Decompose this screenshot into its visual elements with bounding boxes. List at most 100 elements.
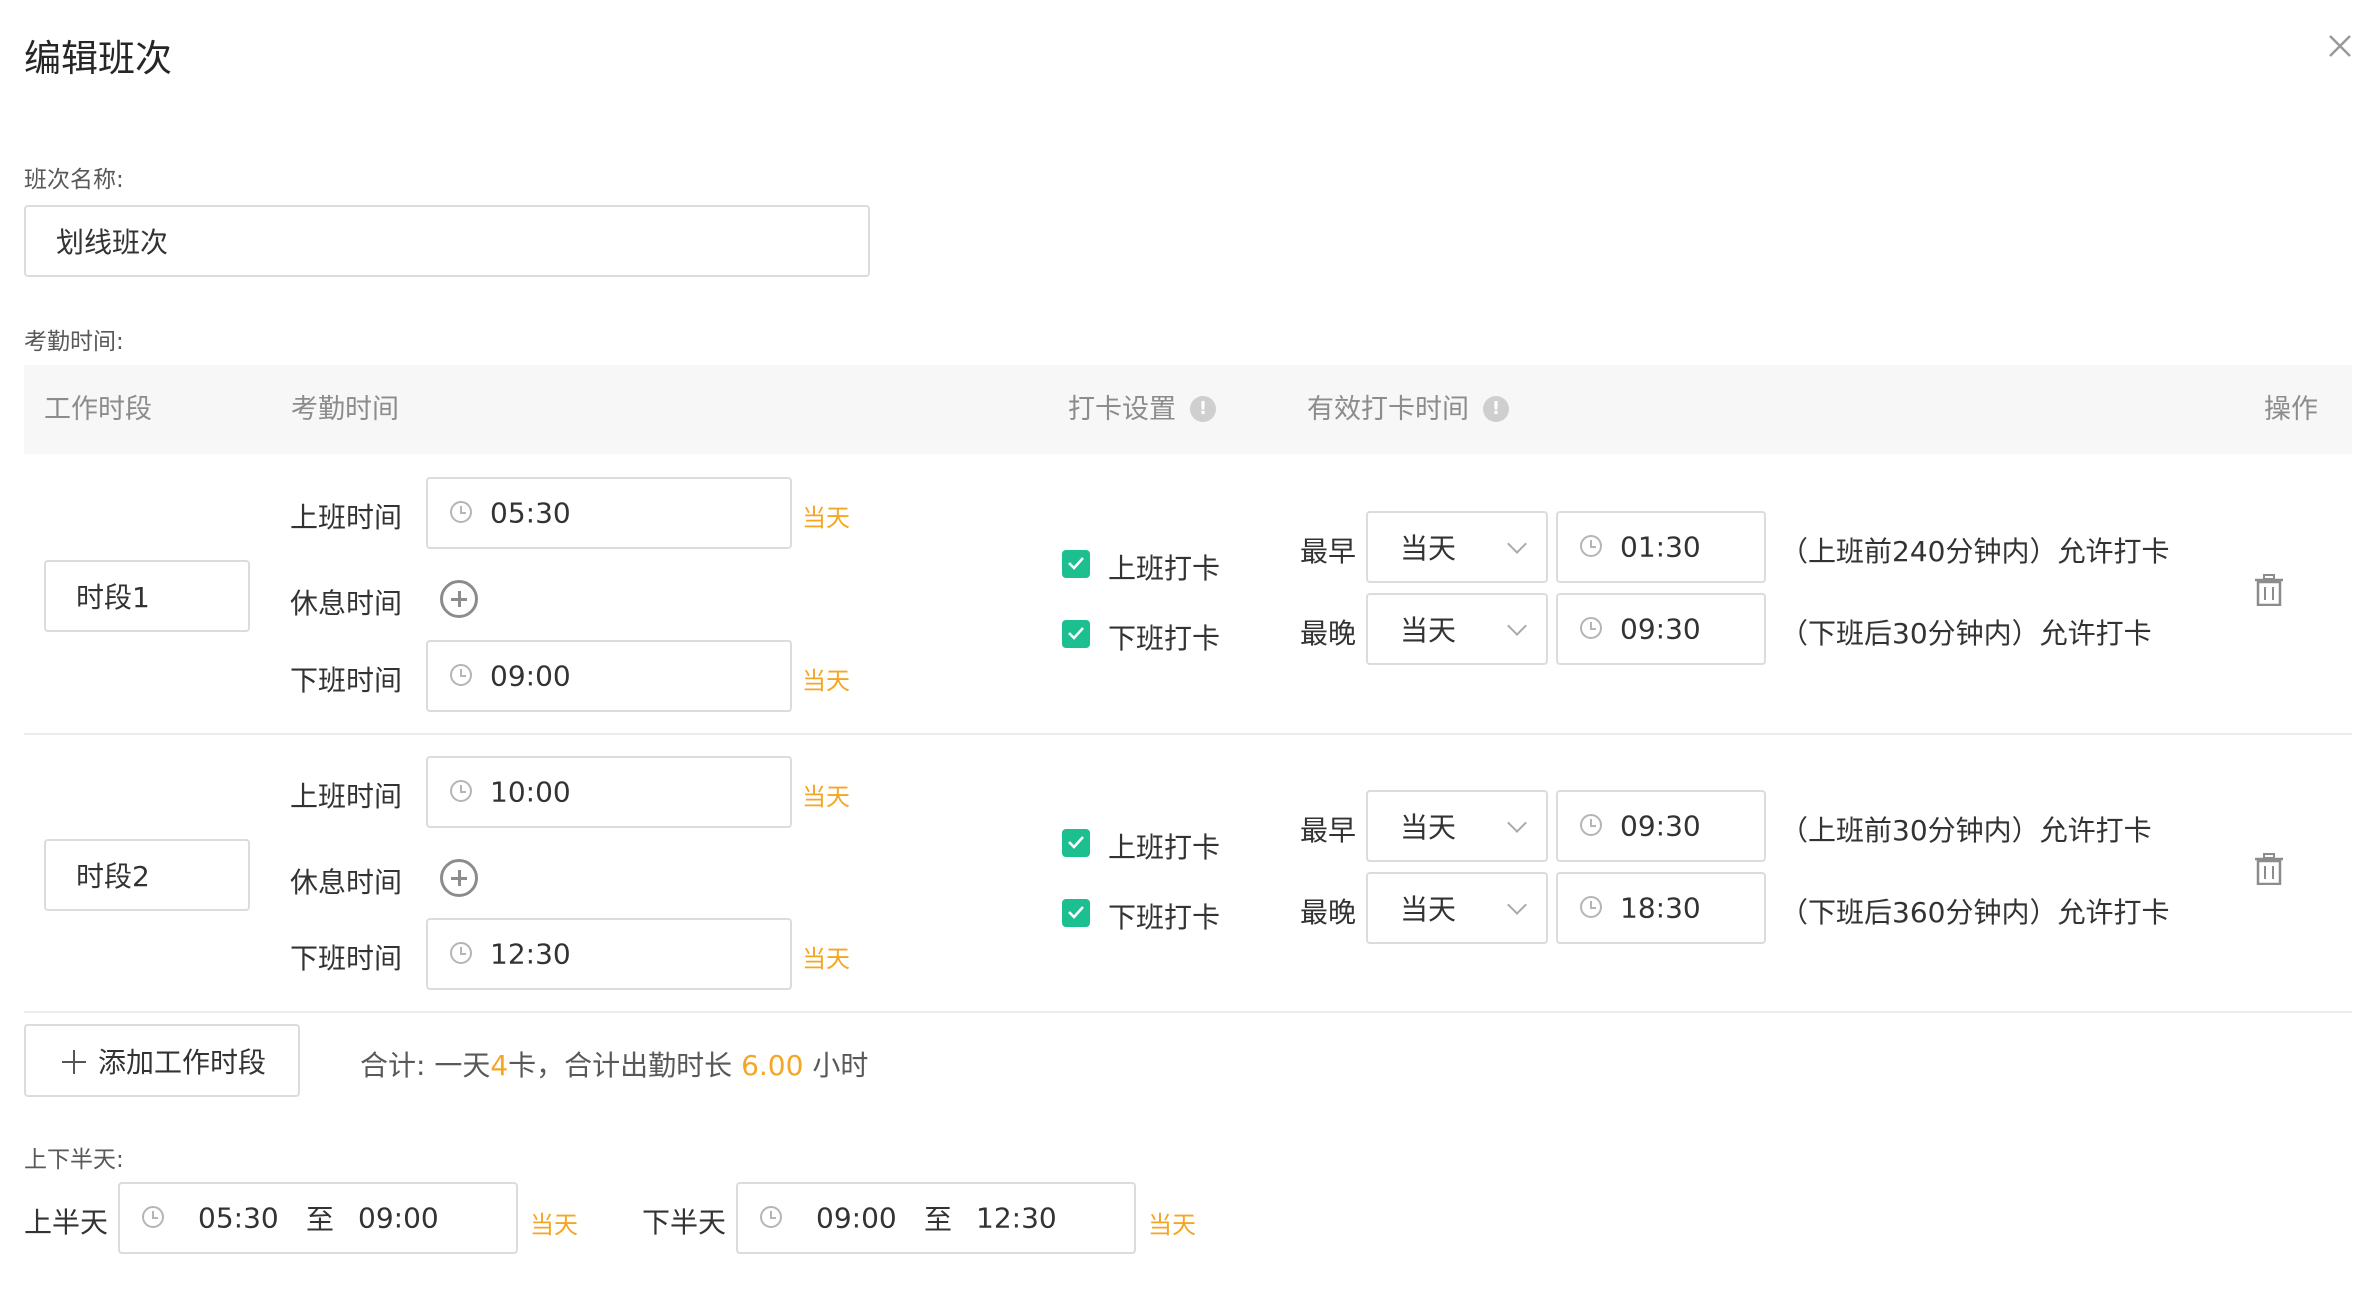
shift-name-input[interactable]: 划线班次: [24, 205, 870, 277]
earliest-label: 最早: [1300, 814, 1357, 847]
clock-icon: [760, 1206, 782, 1228]
on-day-label: 当天: [802, 504, 850, 532]
clock-icon: [1580, 535, 1602, 557]
clock-icon: [450, 780, 472, 802]
col-period: 工作时段: [44, 394, 152, 425]
punch-off-label: 下班打卡: [1108, 622, 1221, 655]
earliest-note: （上班前240分钟内）允许打卡: [1780, 535, 2170, 568]
earliest-label: 最早: [1300, 535, 1357, 568]
second-half-label: 下半天: [642, 1206, 727, 1239]
second-half-range-picker[interactable]: 09:00 至 12:30: [736, 1182, 1136, 1254]
info-icon[interactable]: !: [1483, 395, 1509, 422]
first-half-day-label: 当天: [530, 1211, 578, 1239]
latest-time-value: 09:30: [1620, 612, 1701, 646]
row-divider: [24, 733, 2352, 735]
summary-mid: 卡，合计出勤时长: [508, 1049, 742, 1082]
latest-note: （下班后360分钟内）允许打卡: [1780, 896, 2170, 929]
clock-icon: [450, 501, 472, 523]
col-valid: 有效打卡时间!: [1307, 365, 1509, 454]
on-time-label: 上班时间: [290, 501, 403, 534]
attendance-table-header: 工作时段 考勤时间 打卡设置! 有效打卡时间! 操作: [24, 365, 2352, 454]
earliest-time-picker[interactable]: 09:30: [1556, 790, 1766, 862]
off-time-value: 09:00: [490, 659, 571, 693]
punch-off-checkbox[interactable]: [1062, 899, 1090, 927]
summary-suffix: 小时: [803, 1049, 869, 1082]
period-name-input[interactable]: 时段2: [44, 839, 250, 911]
summary-prefix: 合计: 一天: [360, 1049, 491, 1082]
check-icon: [1068, 627, 1084, 640]
earliest-time-picker[interactable]: 01:30: [1556, 511, 1766, 583]
plus-icon: [62, 1050, 86, 1074]
period-name-input[interactable]: 时段1: [44, 560, 250, 632]
on-time-value: 10:00: [490, 775, 571, 809]
latest-time-picker[interactable]: 18:30: [1556, 872, 1766, 944]
chevron-down-icon: [1507, 813, 1527, 833]
latest-time-value: 18:30: [1620, 891, 1701, 925]
punch-off-checkbox[interactable]: [1062, 620, 1090, 648]
add-period-button[interactable]: 添加工作时段: [24, 1024, 300, 1097]
rest-time-label: 休息时间: [290, 587, 403, 620]
first-half-range-picker[interactable]: 05:30 至 09:00: [118, 1182, 518, 1254]
chevron-down-icon: [1507, 534, 1527, 554]
earliest-day-value: 当天: [1400, 532, 1457, 565]
summary-hours: 6.00: [741, 1049, 804, 1082]
col-punch: 打卡设置!: [1068, 365, 1216, 454]
on-time-picker[interactable]: 05:30: [426, 477, 792, 549]
punch-off-label: 下班打卡: [1108, 901, 1221, 934]
latest-day-select[interactable]: 当天: [1366, 593, 1548, 665]
on-day-label: 当天: [802, 783, 850, 811]
earliest-note: （上班前30分钟内）允许打卡: [1780, 814, 2152, 847]
first-half-end: 09:00: [358, 1201, 439, 1235]
dialog-title: 编辑班次: [24, 37, 172, 80]
check-icon: [1068, 836, 1084, 849]
delete-icon[interactable]: [2254, 853, 2284, 885]
off-time-picker[interactable]: 09:00: [426, 640, 792, 712]
col-punch-label: 打卡设置: [1068, 394, 1176, 425]
punch-on-checkbox[interactable]: [1062, 829, 1090, 857]
latest-day-value: 当天: [1400, 614, 1457, 647]
punch-on-checkbox[interactable]: [1062, 550, 1090, 578]
period-name-value: 时段2: [76, 860, 150, 893]
add-rest-time-icon[interactable]: [440, 859, 478, 897]
info-icon[interactable]: !: [1190, 395, 1216, 422]
clock-icon: [450, 664, 472, 686]
attendance-label: 考勤时间:: [24, 329, 124, 355]
add-rest-time-icon[interactable]: [440, 580, 478, 618]
delete-icon[interactable]: [2254, 574, 2284, 606]
rest-time-label: 休息时间: [290, 866, 403, 899]
check-icon: [1068, 906, 1084, 919]
off-day-label: 当天: [802, 667, 850, 695]
latest-time-picker[interactable]: 09:30: [1556, 593, 1766, 665]
half-day-label: 上下半天:: [24, 1147, 124, 1173]
punch-on-label: 上班打卡: [1108, 831, 1221, 864]
first-half-start: 05:30: [198, 1201, 279, 1235]
off-time-value: 12:30: [490, 937, 571, 971]
add-period-label: 添加工作时段: [98, 1045, 267, 1079]
chevron-down-icon: [1507, 616, 1527, 636]
summary-cards: 4: [490, 1049, 509, 1082]
close-icon[interactable]: [2326, 32, 2354, 60]
check-icon: [1068, 557, 1084, 570]
earliest-day-select[interactable]: 当天: [1366, 511, 1548, 583]
second-half-day-label: 当天: [1148, 1211, 1196, 1239]
off-time-picker[interactable]: 12:30: [426, 918, 792, 990]
earliest-day-select[interactable]: 当天: [1366, 790, 1548, 862]
shift-name-value: 划线班次: [56, 226, 169, 259]
row-divider: [24, 1011, 2352, 1013]
off-day-label: 当天: [802, 945, 850, 973]
clock-icon: [142, 1206, 164, 1228]
col-ops: 操作: [2264, 394, 2318, 425]
clock-icon: [450, 942, 472, 964]
latest-label: 最晚: [1300, 896, 1357, 929]
on-time-picker[interactable]: 10:00: [426, 756, 792, 828]
col-time: 考勤时间: [291, 394, 399, 425]
latest-day-select[interactable]: 当天: [1366, 872, 1548, 944]
earliest-time-value: 09:30: [1620, 809, 1701, 843]
on-time-label: 上班时间: [290, 780, 403, 813]
col-valid-label: 有效打卡时间: [1307, 394, 1469, 425]
shift-name-label: 班次名称:: [24, 167, 124, 193]
latest-day-value: 当天: [1400, 893, 1457, 926]
first-half-sep: 至: [306, 1203, 335, 1236]
earliest-day-value: 当天: [1400, 811, 1457, 844]
second-half-start: 09:00: [816, 1201, 897, 1235]
